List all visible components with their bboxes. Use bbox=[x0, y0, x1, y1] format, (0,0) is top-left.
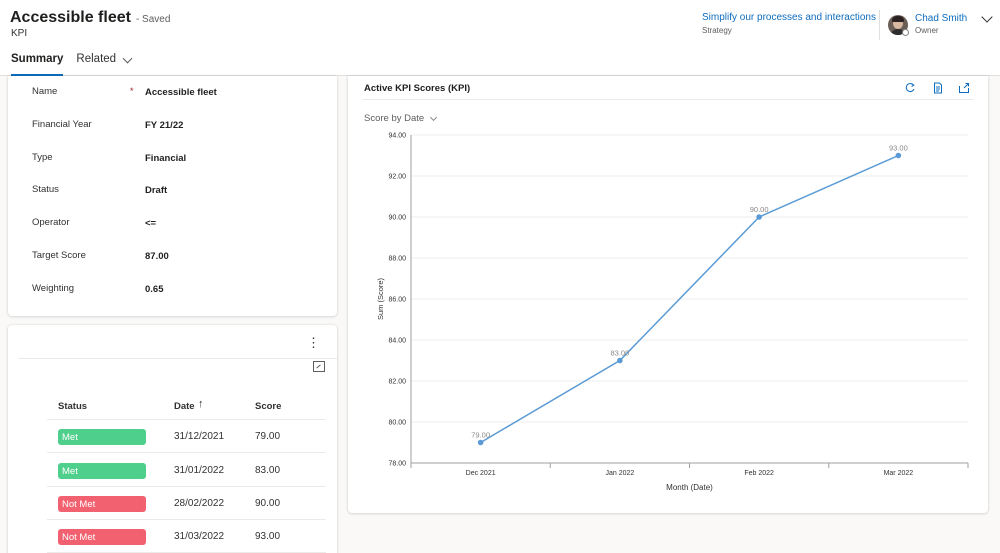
data-label: 90.00 bbox=[750, 205, 769, 214]
status-badge: Not Met bbox=[58, 496, 146, 512]
table-row[interactable]: Met 31/12/2021 79.00 bbox=[47, 420, 326, 453]
x-axis-label: Month (Date) bbox=[666, 483, 713, 492]
field-value[interactable]: 0.65 bbox=[145, 284, 164, 295]
required-indicator: * bbox=[130, 86, 134, 96]
date-cell: 31/03/2022 bbox=[174, 531, 225, 542]
field-label: Operator bbox=[32, 217, 70, 228]
save-status: - Saved bbox=[135, 14, 171, 25]
data-point bbox=[756, 214, 762, 220]
field-operator[interactable]: Operator <= bbox=[32, 217, 332, 237]
column-header-score[interactable]: Score bbox=[255, 401, 281, 412]
field-label: Status bbox=[32, 184, 59, 195]
business-process-flow[interactable]: Simplify our processes and interactions … bbox=[702, 12, 876, 35]
bpf-title[interactable]: Simplify our processes and interactions bbox=[702, 12, 876, 23]
field-value[interactable]: FY 21/22 bbox=[145, 120, 183, 131]
field-label: Name bbox=[32, 86, 58, 97]
x-tick-label: Jan 2022 bbox=[605, 470, 634, 477]
field-value[interactable]: <= bbox=[145, 218, 156, 229]
form-header: Accessible fleet - Saved KPI Summary Rel… bbox=[0, 0, 1000, 76]
kpi-chart-card: Active KPI Scores (KPI) Score by Date 78… bbox=[348, 76, 988, 513]
y-tick-label: 90.00 bbox=[388, 215, 406, 222]
y-tick-label: 88.00 bbox=[388, 256, 406, 263]
field-value[interactable]: 87.00 bbox=[145, 251, 169, 262]
y-tick-label: 86.00 bbox=[388, 297, 406, 304]
tab-summary-label: Summary bbox=[11, 53, 64, 65]
data-point bbox=[477, 439, 484, 446]
field-status[interactable]: Status Draft bbox=[32, 184, 332, 204]
sort-ascending-icon[interactable]: ↑ bbox=[198, 398, 204, 410]
chevron-down-icon bbox=[122, 53, 133, 64]
table-row[interactable]: Not Met 28/02/2022 90.00 bbox=[47, 487, 326, 520]
field-label: Target Score bbox=[32, 250, 86, 261]
score-cell: 93.00 bbox=[255, 531, 281, 542]
field-weighting[interactable]: Weighting 0.65 bbox=[32, 283, 332, 303]
data-label: 83.00 bbox=[610, 349, 629, 358]
x-tick-label: Mar 2022 bbox=[884, 470, 914, 477]
form-tabs: Summary Related bbox=[11, 53, 144, 76]
field-name[interactable]: Name * Accessible fleet bbox=[32, 86, 332, 106]
data-point bbox=[895, 152, 902, 159]
field-type[interactable]: Type Financial bbox=[32, 152, 332, 172]
table-row[interactable]: Met 31/01/2022 83.00 bbox=[47, 454, 326, 487]
y-tick-label: 94.00 bbox=[388, 133, 406, 140]
presence-icon bbox=[902, 29, 909, 36]
data-label: 93.00 bbox=[889, 144, 908, 153]
line-chart: 78.00 80.00 82.00 84.00 86.00 88.00 90.00 92.00… bbox=[376, 133, 969, 492]
score-cell: 90.00 bbox=[255, 498, 281, 509]
date-cell: 28/02/2022 bbox=[174, 498, 225, 509]
tab-related-label: Related bbox=[76, 53, 117, 65]
field-label: Financial Year bbox=[32, 119, 92, 130]
kpi-details-card: Name * Accessible fleet Financial Year F… bbox=[8, 76, 337, 316]
y-tick-label: 80.00 bbox=[388, 420, 406, 427]
field-value[interactable]: Accessible fleet bbox=[145, 87, 217, 98]
field-value[interactable]: Draft bbox=[145, 185, 167, 196]
field-target-score[interactable]: Target Score 87.00 bbox=[32, 250, 332, 270]
status-badge: Met bbox=[58, 463, 146, 479]
table-row[interactable]: Not Met 31/03/2022 93.00 bbox=[47, 520, 326, 553]
avatar-hair bbox=[892, 16, 904, 22]
data-label: 79.00 bbox=[471, 431, 490, 440]
record-title: Accessible fleet bbox=[10, 9, 131, 26]
score-cell: 83.00 bbox=[255, 465, 281, 476]
bpf-stage: Strategy bbox=[702, 26, 732, 35]
y-tick-label: 82.00 bbox=[388, 379, 406, 386]
x-tick-label: Feb 2022 bbox=[744, 470, 774, 477]
title-row: Accessible fleet - Saved bbox=[10, 9, 170, 27]
owner-role: Owner bbox=[915, 26, 939, 35]
kpi-scores-subgrid: ⋮ Status Date ↑ Score Met 31/12/2021 79.… bbox=[8, 325, 337, 553]
tab-summary[interactable]: Summary bbox=[11, 53, 64, 76]
header-expand-chevron-icon[interactable] bbox=[981, 11, 993, 23]
expand-icon[interactable] bbox=[313, 361, 325, 372]
owner-name-link[interactable]: Chad Smith bbox=[915, 13, 967, 24]
field-label: Weighting bbox=[32, 283, 75, 294]
subgrid-divider bbox=[18, 358, 337, 359]
tab-related[interactable]: Related bbox=[76, 53, 133, 76]
more-options-icon[interactable]: ⋮ bbox=[307, 336, 320, 349]
score-cell: 79.00 bbox=[255, 431, 281, 442]
column-header-status[interactable]: Status bbox=[58, 401, 87, 412]
field-financial-year[interactable]: Financial Year FY 21/22 bbox=[32, 119, 332, 139]
column-header-date[interactable]: Date bbox=[174, 401, 195, 412]
entity-name: KPI bbox=[11, 28, 28, 39]
y-tick-label: 92.00 bbox=[388, 174, 406, 181]
y-tick-label: 78.00 bbox=[388, 461, 406, 468]
y-axis-label: Sum (Score) bbox=[376, 277, 385, 320]
date-cell: 31/12/2021 bbox=[174, 431, 225, 442]
field-label: Type bbox=[32, 152, 53, 163]
data-point bbox=[617, 357, 623, 364]
status-badge: Not Met bbox=[58, 529, 146, 545]
date-cell: 31/01/2022 bbox=[174, 465, 225, 476]
header-divider bbox=[879, 10, 880, 40]
field-value[interactable]: Financial bbox=[145, 153, 186, 164]
x-tick-label: Dec 2021 bbox=[466, 470, 496, 477]
status-badge: Met bbox=[58, 429, 146, 445]
y-tick-label: 84.00 bbox=[388, 338, 406, 345]
